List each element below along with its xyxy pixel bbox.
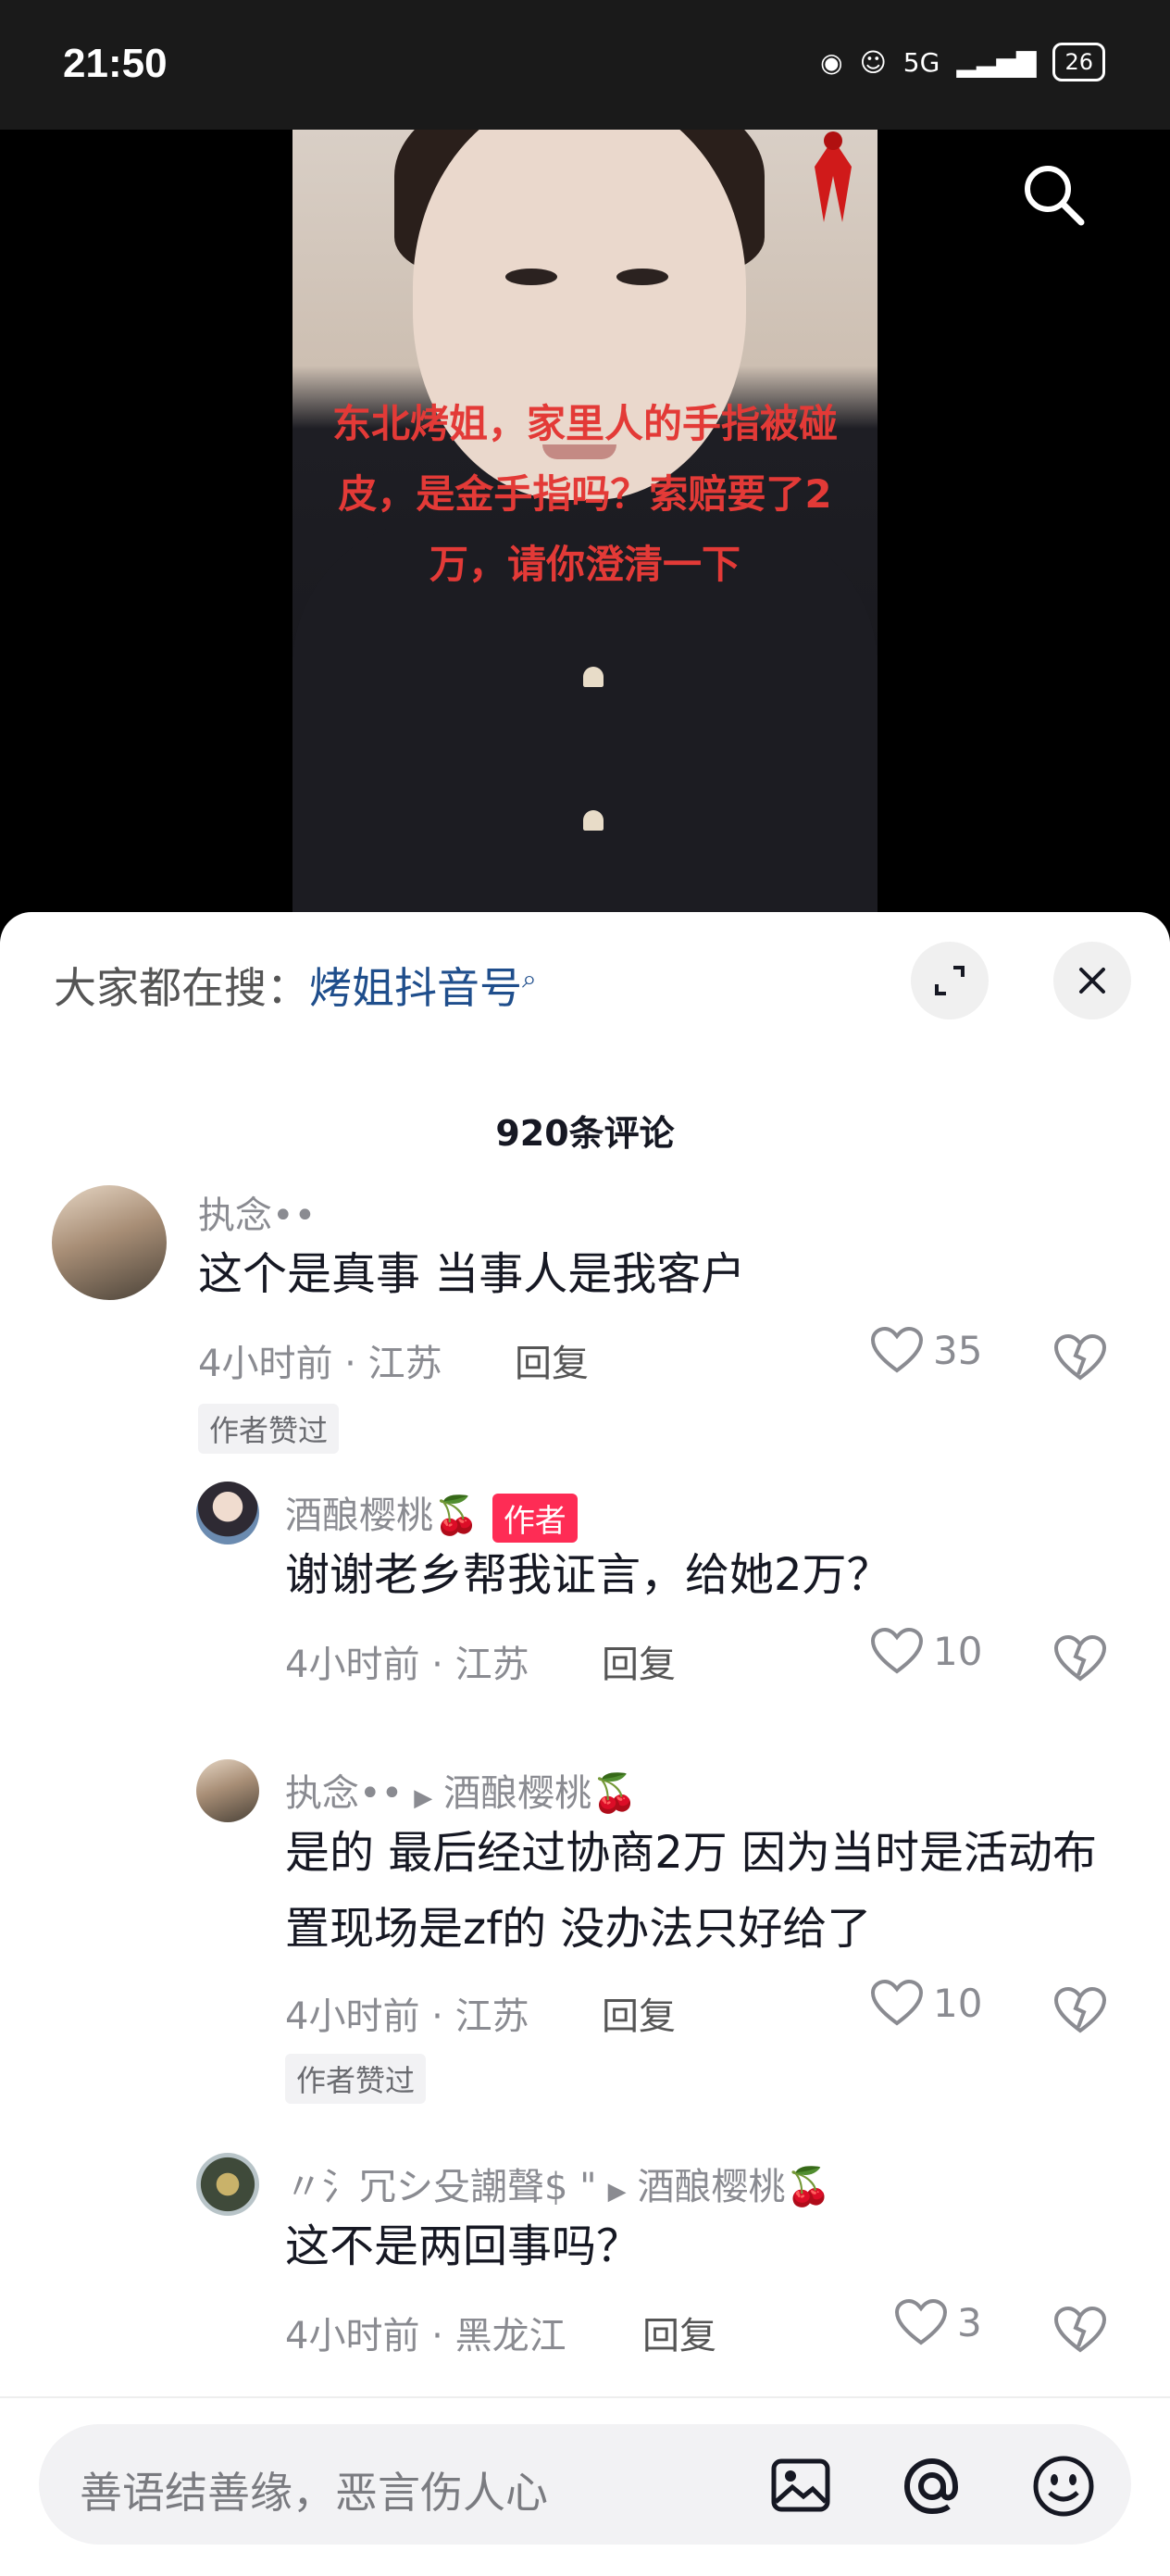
expand-button[interactable]: [911, 942, 989, 1019]
search-small-icon: ⌕: [522, 963, 537, 994]
status-time: 21:50: [63, 41, 168, 86]
video-eye-left: [505, 269, 557, 285]
reply-arrow-icon: ▶: [414, 1784, 433, 1812]
reply-button[interactable]: 回复: [602, 1986, 676, 2040]
like-count: 35: [933, 1327, 983, 1373]
like-count: 3: [957, 2299, 982, 2345]
comment-text: 这个是真事 当事人是我客户: [198, 1248, 746, 1300]
broken-heart-icon[interactable]: [1053, 2306, 1107, 2354]
reply-to-username[interactable]: 酒酿樱桃🍒: [638, 2166, 832, 2208]
author-liked-badge: 作者赞过: [285, 2054, 427, 2104]
battery-icon: 26: [1052, 43, 1105, 81]
video-eye-right: [616, 269, 668, 285]
close-icon: [1079, 968, 1105, 994]
like-count: 10: [933, 1980, 983, 2026]
reply-button[interactable]: 回复: [602, 1634, 676, 1688]
reply-to-username[interactable]: 酒酿樱桃🍒: [443, 1772, 638, 1815]
search-suggestion-keyword[interactable]: 烤姐抖音号: [309, 963, 522, 1013]
comment-time-location: 4小时前 · 江苏: [198, 1343, 442, 1385]
video-frame: 东北烤姐，家里人的手指被碰皮，是金手指吗？索赔要了2万，请你澄清一下: [292, 130, 878, 917]
ribbon-icon: [815, 131, 852, 222]
video-overlay-text: 东北烤姐，家里人的手指被碰皮，是金手指吗？索赔要了2万，请你澄清一下: [331, 401, 838, 587]
comment-input-placeholder: 善语结善缘，恶言伤人心: [80, 2468, 548, 2518]
sweater-button: [583, 810, 604, 831]
mention-icon[interactable]: [900, 2454, 965, 2519]
comment-text: 谢谢老乡帮我证言，给她2万？: [285, 1549, 891, 1601]
expand-icon: [935, 966, 965, 995]
like-button[interactable]: 10: [870, 1979, 982, 2027]
reply-button[interactable]: 回复: [642, 2306, 716, 2359]
reply-arrow-icon: ▶: [607, 2178, 627, 2206]
like-count: 10: [933, 1628, 983, 1674]
broken-heart-icon[interactable]: [1053, 1333, 1107, 1382]
comment-time-location: 4小时前 · 黑龙江: [285, 2315, 566, 2357]
reply-username[interactable]: 执念••: [285, 1772, 403, 1815]
reply-button[interactable]: 回复: [515, 1333, 589, 1387]
comment-time-location: 4小时前 · 江苏: [285, 1995, 529, 2038]
signal-bars-icon: ▂▃▅▇: [956, 46, 1037, 78]
comment-time-location: 4小时前 · 江苏: [285, 1644, 529, 1686]
avatar[interactable]: [196, 1482, 259, 1544]
search-suggestion[interactable]: 大家都在搜：烤姐抖音号⌕: [54, 955, 537, 1016]
search-suggestion-prefix: 大家都在搜：: [54, 963, 309, 1013]
broken-heart-icon[interactable]: [1053, 1986, 1107, 2034]
5g-signal-icon: 5G: [902, 46, 940, 78]
image-icon[interactable]: [770, 2457, 831, 2513]
cat-icon: ☺: [859, 46, 887, 78]
avatar[interactable]: [196, 1759, 259, 1822]
comment-username[interactable]: 执念•• ▶ 酒酿樱桃🍒: [285, 1763, 638, 1817]
status-icons: ◉ ☺ 5G ▂▃▅▇ 26: [820, 43, 1105, 81]
status-bar: 21:50 ◉ ☺ 5G ▂▃▅▇ 26: [0, 0, 1170, 130]
comment-sheet: 大家都在搜：烤姐抖音号⌕ 920条评论 执念•• 这个是真事 当事人是我客户 4…: [0, 912, 1170, 2574]
close-button[interactable]: [1053, 942, 1131, 1019]
comment-count: 920条评论: [495, 1113, 675, 1154]
avatar[interactable]: [52, 1185, 167, 1300]
comment-text: 是的 最后经过协商2万 因为当时是活动布置现场是zf的 没办法只好给了: [285, 1827, 1098, 1955]
heart-icon: [870, 1326, 924, 1373]
comment-username[interactable]: 执念••: [198, 1185, 316, 1239]
sweater-button: [583, 667, 604, 687]
comment-input-bar: 善语结善缘，恶言伤人心: [0, 2396, 1170, 2576]
heart-icon: [870, 1627, 924, 1674]
broken-heart-icon[interactable]: [1053, 1634, 1107, 1682]
video-player[interactable]: 东北烤姐，家里人的手指被碰皮，是金手指吗？索赔要了2万，请你澄清一下: [0, 130, 1170, 917]
author-liked-badge: 作者赞过: [198, 1404, 340, 1454]
heart-icon: [870, 1979, 924, 2026]
like-button[interactable]: 35: [870, 1326, 982, 1374]
comment-username[interactable]: 〃氵冗シ殳謿聲$ " ▶ 酒酿樱桃🍒: [285, 2157, 831, 2210]
reply-username[interactable]: 〃氵冗シ殳謿聲$ ": [285, 2166, 597, 2208]
comment-username[interactable]: 酒酿樱桃🍒 作者: [285, 1485, 578, 1543]
avatar[interactable]: [196, 2153, 259, 2216]
eye-icon: ◉: [820, 46, 843, 78]
reply-username[interactable]: 酒酿樱桃🍒: [285, 1494, 479, 1537]
search-icon[interactable]: [1016, 157, 1090, 231]
like-button[interactable]: 3: [894, 2298, 982, 2346]
heart-icon: [894, 2298, 948, 2345]
comment-text: 这不是两回事吗？: [285, 2220, 641, 2272]
emoji-icon[interactable]: [1031, 2454, 1096, 2519]
comment-input[interactable]: 善语结善缘，恶言伤人心: [39, 2424, 1131, 2545]
like-button[interactable]: 10: [870, 1627, 982, 1675]
author-badge: 作者: [492, 1493, 578, 1543]
